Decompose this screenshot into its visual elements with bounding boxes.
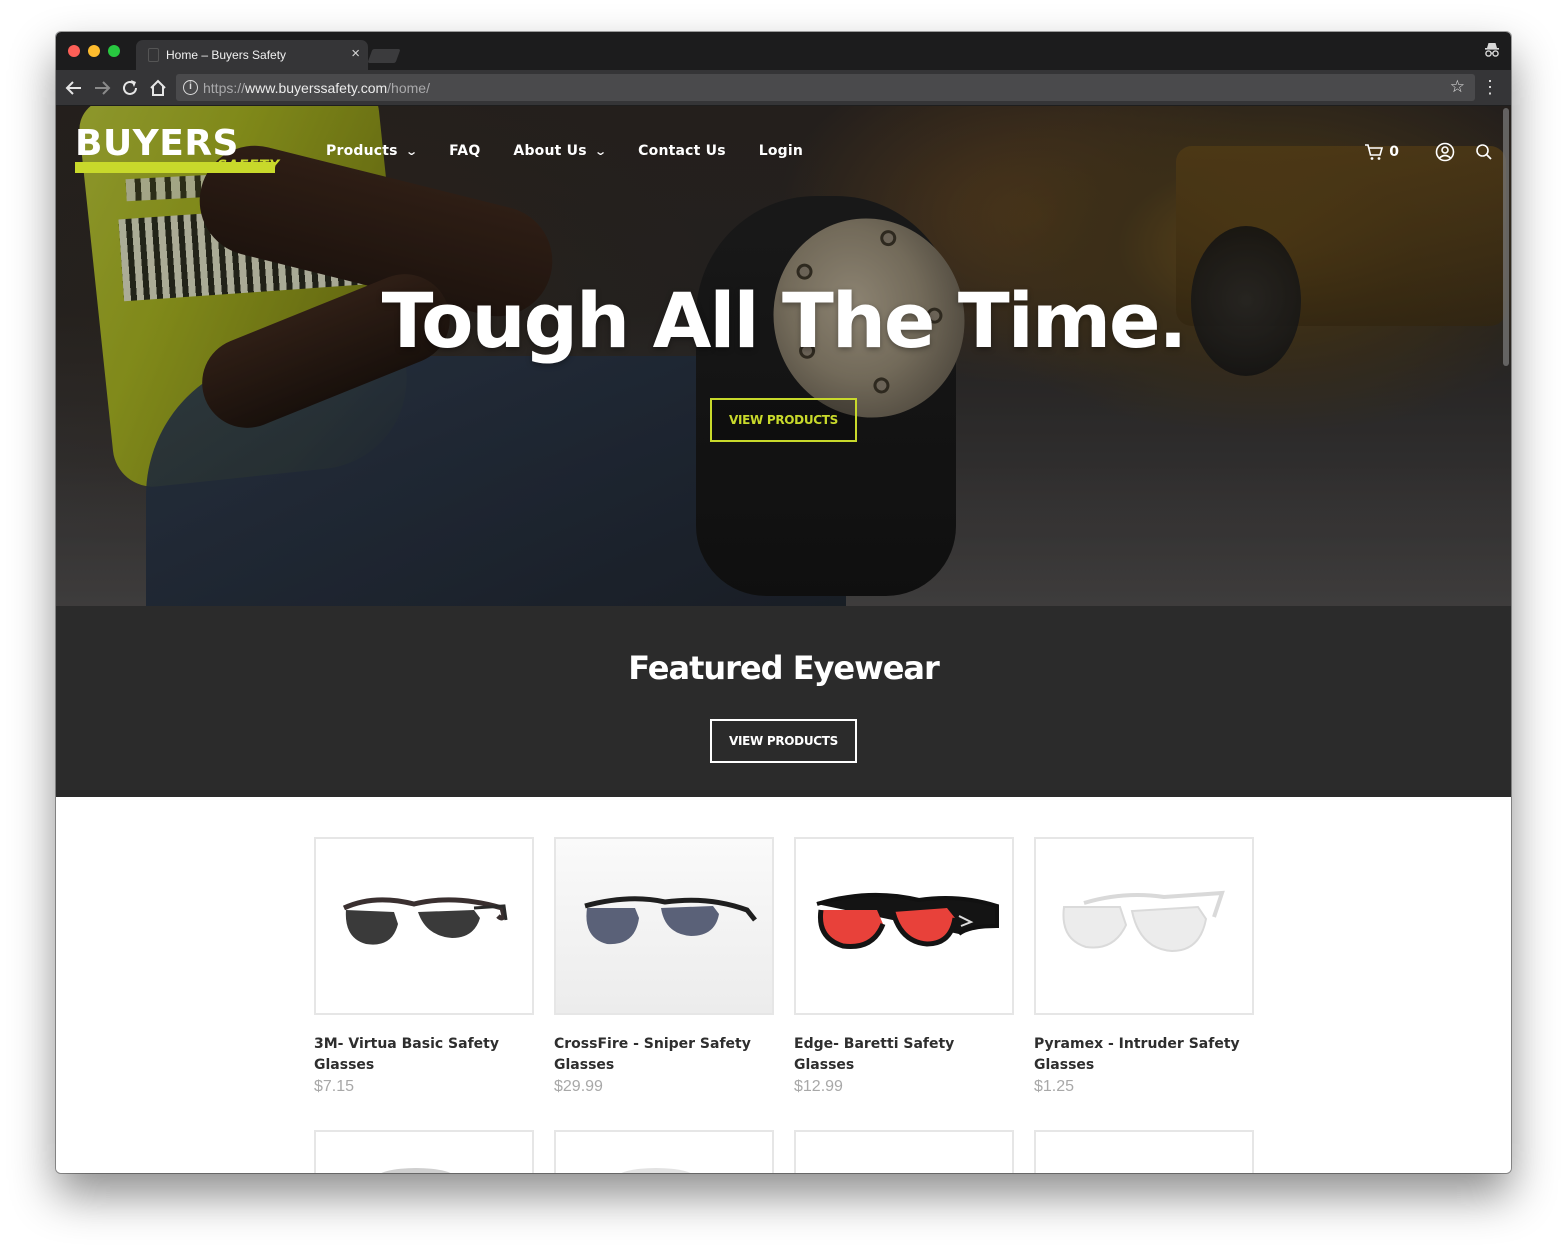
product-name[interactable]: Edge- Baretti Safety Glasses (794, 1034, 1014, 1076)
site-logo[interactable]: BUYERS SAFETY (75, 124, 285, 179)
nav-item-faq[interactable]: FAQ (449, 143, 480, 159)
url-text: https://www.buyerssafety.com/home/ (203, 80, 430, 96)
product-image[interactable] (314, 837, 534, 1015)
kebab-menu-icon[interactable]: ⋮ (1481, 76, 1499, 98)
tab-title: Home – Buyers Safety (166, 48, 287, 62)
browser-window: Home – Buyers Safety × i https://www.buy… (56, 32, 1511, 1173)
page-scrollbar[interactable] (1503, 108, 1509, 366)
glasses-image (376, 1168, 456, 1173)
product-card[interactable] (1034, 1130, 1254, 1173)
maximize-window-button[interactable] (108, 45, 120, 57)
product-image[interactable] (794, 837, 1014, 1015)
hero-banner: BUYERS SAFETY Products ⌄ FAQ About Us ⌄ … (56, 106, 1511, 606)
featured-title: Featured Eyewear (628, 649, 940, 687)
back-arrow-icon[interactable] (63, 77, 85, 99)
featured-view-products-button[interactable]: VIEW PRODUCTS (710, 719, 857, 763)
logo-subtitle: SAFETY (217, 158, 280, 174)
chevron-down-icon: ⌄ (404, 144, 419, 158)
page-favicon-icon (148, 48, 159, 62)
product-image[interactable] (1034, 837, 1254, 1015)
product-image[interactable] (554, 837, 774, 1015)
featured-eyewear-band: Featured Eyewear VIEW PRODUCTS (56, 606, 1511, 797)
nav-item-login[interactable]: Login (759, 143, 803, 159)
nav-item-label: About Us (513, 143, 587, 159)
header-icons: 0 (1364, 142, 1493, 162)
glasses-image (1062, 890, 1225, 953)
tab-close-icon[interactable]: × (351, 45, 360, 63)
home-icon[interactable] (147, 77, 169, 99)
reload-icon[interactable] (119, 77, 141, 99)
product-name[interactable]: 3M- Virtua Basic Safety Glasses (314, 1034, 534, 1076)
product-price: $29.99 (554, 1078, 603, 1095)
view-products-button[interactable]: VIEW PRODUCTS (710, 398, 857, 442)
forward-arrow-icon[interactable] (91, 77, 113, 99)
product-price: $1.25 (1034, 1078, 1075, 1095)
chevron-down-icon: ⌄ (593, 144, 608, 158)
glasses-image (616, 1168, 696, 1173)
incognito-icon (1485, 43, 1499, 57)
nav-item-label: FAQ (449, 143, 481, 159)
product-card[interactable]: Pyramex - Intruder Safety Glasses $1.25 (1034, 837, 1254, 1097)
close-window-button[interactable] (68, 45, 80, 57)
cart-icon (1365, 144, 1384, 160)
minimize-window-button[interactable] (88, 45, 100, 57)
nav-item-about-us[interactable]: About Us ⌄ (513, 143, 608, 159)
nav-item-label: Contact Us (638, 143, 726, 159)
logo-wordmark: BUYERS (75, 123, 239, 164)
info-icon[interactable]: i (183, 80, 198, 95)
nav-item-products[interactable]: Products ⌄ (326, 143, 419, 159)
new-tab-button[interactable] (367, 49, 401, 63)
star-icon[interactable]: ☆ (1450, 77, 1465, 97)
cart-button[interactable]: 0 (1364, 143, 1399, 161)
browser-tab[interactable]: Home – Buyers Safety × (136, 40, 368, 70)
glasses-image (816, 892, 999, 950)
product-card[interactable] (314, 1130, 534, 1173)
address-bar[interactable]: i https://www.buyerssafety.com/home/ ☆ (176, 74, 1475, 101)
nav-item-label: Products (326, 143, 398, 159)
product-name[interactable]: Pyramex - Intruder Safety Glasses (1034, 1034, 1254, 1076)
product-price: $12.99 (794, 1078, 843, 1095)
product-card[interactable]: CrossFire - Sniper Safety Glasses $29.99 (554, 837, 774, 1097)
tab-strip: Home – Buyers Safety × (56, 32, 1511, 70)
search-icon[interactable] (1475, 143, 1493, 161)
nav-item-label: Login (758, 143, 804, 159)
product-card[interactable]: Edge- Baretti Safety Glasses $12.99 (794, 837, 1014, 1097)
browser-toolbar: i https://www.buyerssafety.com/home/ ☆ ⋮ (56, 70, 1511, 106)
product-card[interactable]: 3M- Virtua Basic Safety Glasses $7.15 (314, 837, 534, 1097)
cart-count: 0 (1389, 144, 1399, 160)
account-icon[interactable] (1435, 142, 1455, 162)
product-price: $7.15 (314, 1078, 355, 1095)
product-name[interactable]: CrossFire - Sniper Safety Glasses (554, 1034, 774, 1076)
page-viewport: BUYERS SAFETY Products ⌄ FAQ About Us ⌄ … (56, 106, 1511, 1173)
glasses-image (342, 897, 508, 945)
glasses-image (584, 896, 757, 945)
hero-title: Tough All The Time. (381, 276, 1188, 365)
nav-item-contact-us[interactable]: Contact Us (638, 143, 726, 159)
product-card[interactable] (794, 1130, 1014, 1173)
main-nav: Products ⌄ FAQ About Us ⌄ Contact Us Log… (326, 143, 836, 159)
product-card[interactable] (554, 1130, 774, 1173)
